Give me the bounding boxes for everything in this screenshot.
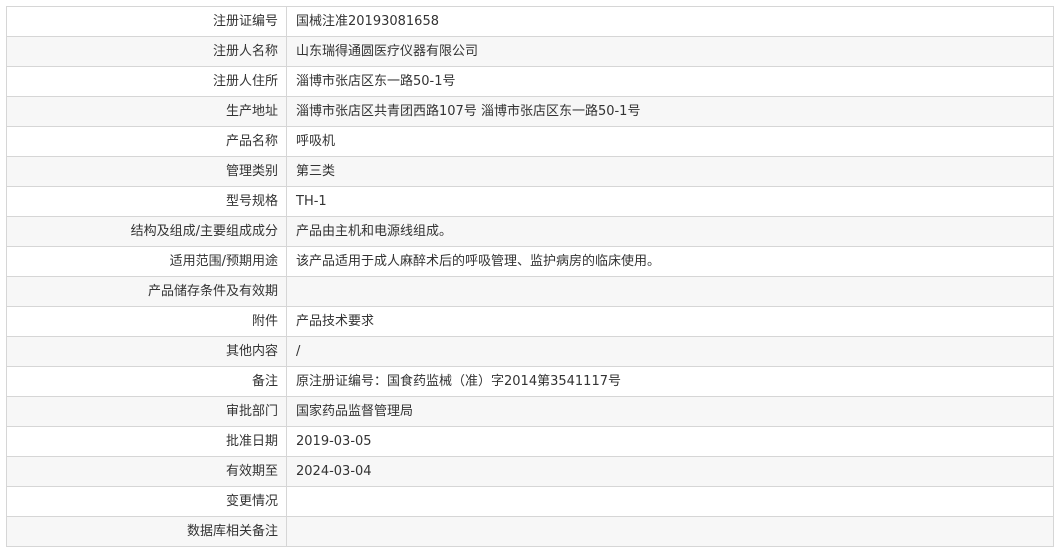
field-value: 原注册证编号：国食药监械（准）字2014第3541117号: [286, 366, 1054, 397]
field-label: 产品名称: [6, 126, 287, 157]
field-label: 批准日期: [6, 426, 287, 457]
field-label: 型号规格: [6, 186, 287, 217]
field-value: [286, 516, 1054, 547]
registration-detail-panel: 注册证编号 国械注准20193081658 注册人名称 山东瑞得通圆医疗仪器有限…: [6, 6, 1054, 547]
field-label: 注册人名称: [6, 36, 287, 67]
field-value: [286, 486, 1054, 517]
field-label: 结构及组成/主要组成成分: [6, 216, 287, 247]
table-row-model-spec: 型号规格 TH-1: [6, 186, 1054, 217]
table-row-structure-composition: 结构及组成/主要组成成分 产品由主机和电源线组成。: [6, 216, 1054, 247]
field-value: 山东瑞得通圆医疗仪器有限公司: [286, 36, 1054, 67]
field-value: 2024-03-04: [286, 456, 1054, 487]
registration-detail-table: 注册证编号 国械注准20193081658 注册人名称 山东瑞得通圆医疗仪器有限…: [6, 7, 1054, 547]
field-value: 国家药品监督管理局: [286, 396, 1054, 427]
field-label: 管理类别: [6, 156, 287, 187]
field-value: 淄博市张店区共青团西路107号 淄博市张店区东一路50-1号: [286, 96, 1054, 127]
field-label: 注册证编号: [6, 7, 287, 37]
table-row-storage-conditions: 产品储存条件及有效期: [6, 276, 1054, 307]
field-value: 淄博市张店区东一路50-1号: [286, 66, 1054, 97]
field-label: 审批部门: [6, 396, 287, 427]
table-row-change-history: 变更情况: [6, 486, 1054, 517]
table-row-intended-use: 适用范围/预期用途 该产品适用于成人麻醉术后的呼吸管理、监护病房的临床使用。: [6, 246, 1054, 277]
field-value: /: [286, 336, 1054, 367]
field-label: 数据库相关备注: [6, 516, 287, 547]
table-row-registrant-name: 注册人名称 山东瑞得通圆医疗仪器有限公司: [6, 36, 1054, 67]
table-row-valid-until: 有效期至 2024-03-04: [6, 456, 1054, 487]
table-row-remarks: 备注 原注册证编号：国食药监械（准）字2014第3541117号: [6, 366, 1054, 397]
field-label: 有效期至: [6, 456, 287, 487]
field-label: 变更情况: [6, 486, 287, 517]
table-row-other-content: 其他内容 /: [6, 336, 1054, 367]
field-value: TH-1: [286, 186, 1054, 217]
field-value: 2019-03-05: [286, 426, 1054, 457]
field-value: 第三类: [286, 156, 1054, 187]
field-label: 其他内容: [6, 336, 287, 367]
table-row-registrant-address: 注册人住所 淄博市张店区东一路50-1号: [6, 66, 1054, 97]
field-label: 产品储存条件及有效期: [6, 276, 287, 307]
field-value: [286, 276, 1054, 307]
table-row-database-remarks: 数据库相关备注: [6, 516, 1054, 547]
field-value: 该产品适用于成人麻醉术后的呼吸管理、监护病房的临床使用。: [286, 246, 1054, 277]
field-value: 产品技术要求: [286, 306, 1054, 337]
table-row-approval-department: 审批部门 国家药品监督管理局: [6, 396, 1054, 427]
field-value: 呼吸机: [286, 126, 1054, 157]
table-row-attachment: 附件 产品技术要求: [6, 306, 1054, 337]
field-label: 备注: [6, 366, 287, 397]
field-label: 生产地址: [6, 96, 287, 127]
field-label: 适用范围/预期用途: [6, 246, 287, 277]
field-value: 产品由主机和电源线组成。: [286, 216, 1054, 247]
table-row-registration-number: 注册证编号 国械注准20193081658: [6, 7, 1054, 37]
table-row-approval-date: 批准日期 2019-03-05: [6, 426, 1054, 457]
field-value: 国械注准20193081658: [286, 7, 1054, 37]
field-label: 注册人住所: [6, 66, 287, 97]
table-row-production-address: 生产地址 淄博市张店区共青团西路107号 淄博市张店区东一路50-1号: [6, 96, 1054, 127]
table-row-product-name: 产品名称 呼吸机: [6, 126, 1054, 157]
field-label: 附件: [6, 306, 287, 337]
table-row-management-class: 管理类别 第三类: [6, 156, 1054, 187]
